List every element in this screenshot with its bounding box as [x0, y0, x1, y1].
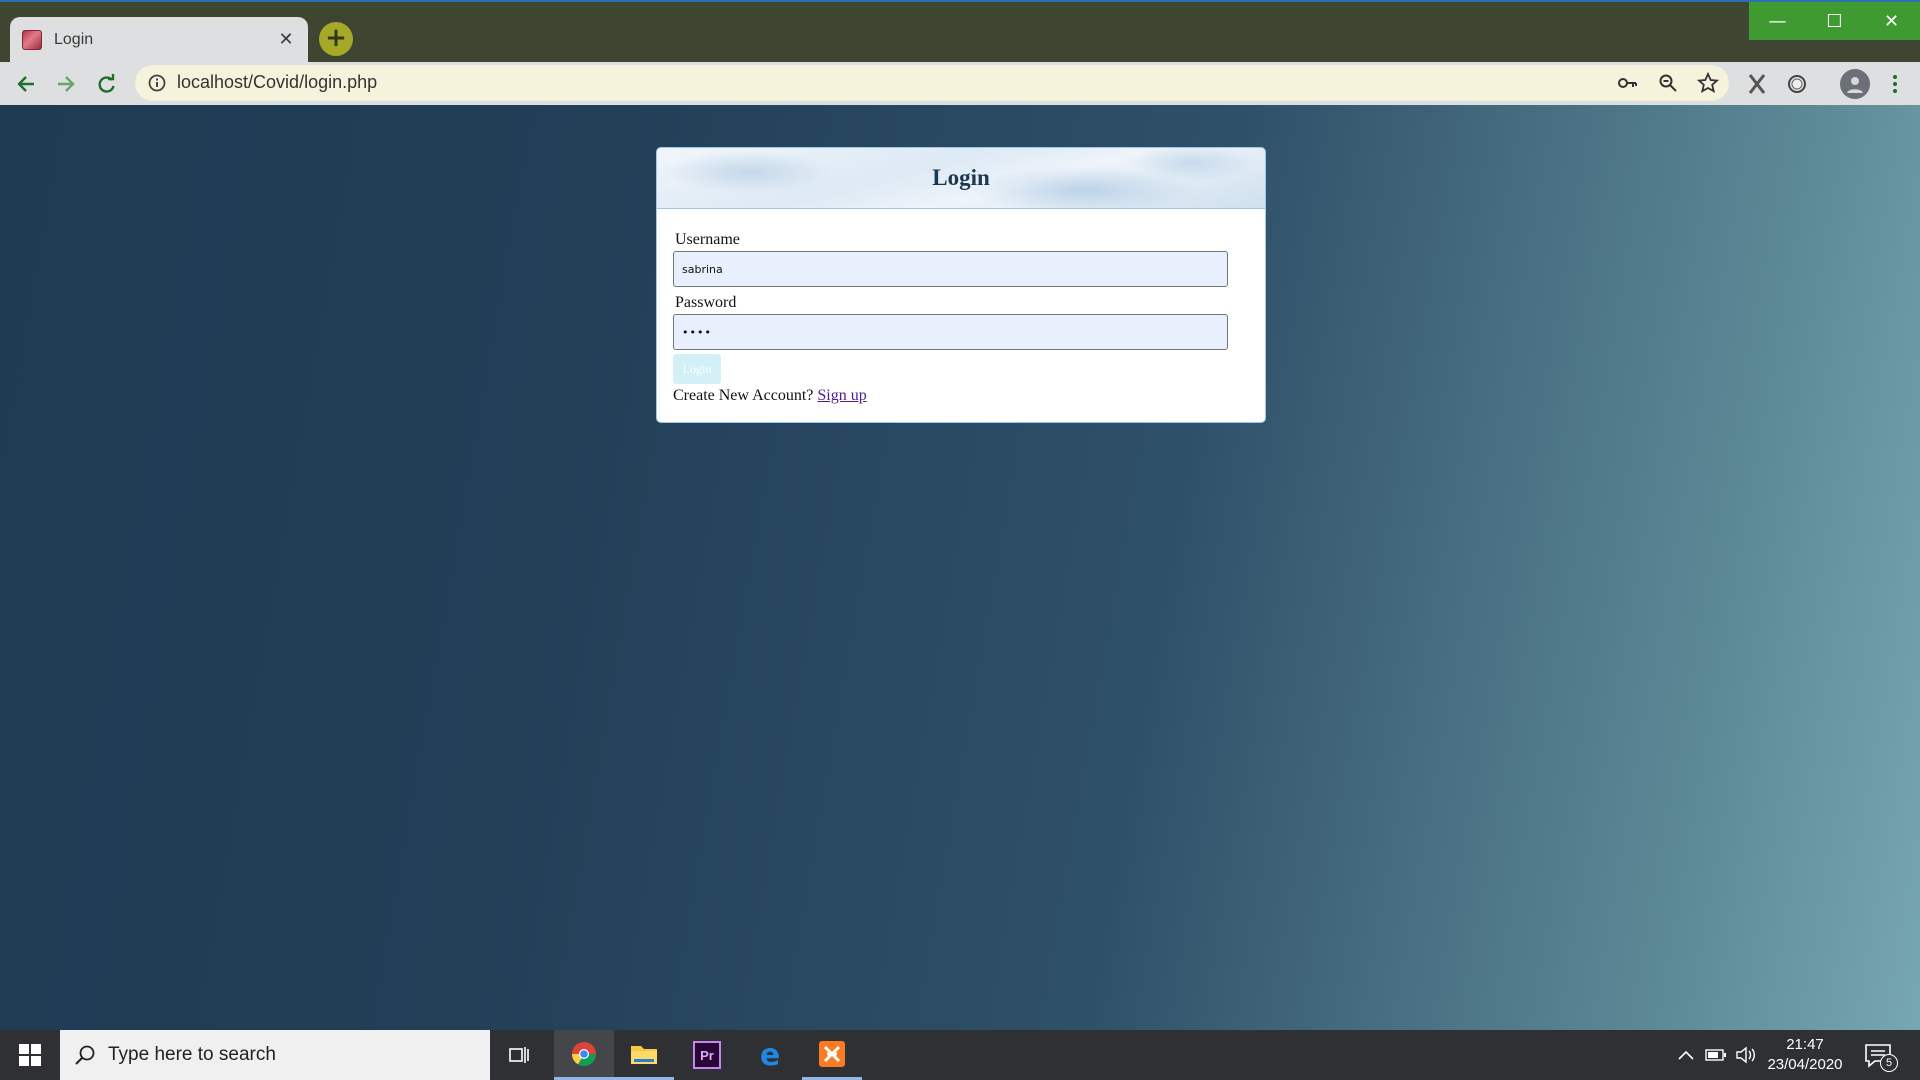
- login-button[interactable]: Login: [673, 354, 721, 384]
- taskbar-file-explorer[interactable]: [614, 1030, 674, 1080]
- login-card-header: Login: [657, 148, 1265, 209]
- url-text[interactable]: localhost/Covid/login.php: [177, 72, 377, 93]
- battery-icon[interactable]: [1704, 1044, 1728, 1066]
- close-tab-icon[interactable]: ✕: [276, 29, 296, 50]
- search-icon: [75, 1045, 95, 1065]
- forward-button[interactable]: [52, 70, 80, 98]
- browser-titlebar: Login ✕ + — ☐ ✕: [0, 0, 1920, 62]
- svg-text:Pr: Pr: [700, 1048, 714, 1063]
- profile-avatar-icon[interactable]: [1840, 69, 1870, 99]
- password-input[interactable]: [673, 314, 1228, 350]
- favicon-icon: [22, 29, 42, 50]
- back-button[interactable]: [12, 70, 40, 98]
- premiere-pro-icon: Pr: [693, 1041, 721, 1069]
- bookmark-star-icon[interactable]: [1697, 72, 1719, 94]
- maximize-button[interactable]: ☐: [1806, 2, 1863, 40]
- taskbar-search[interactable]: Type here to search: [60, 1030, 490, 1080]
- signup-link[interactable]: Sign up: [817, 387, 866, 404]
- menu-kebab-icon[interactable]: [1883, 72, 1907, 96]
- taskbar-xampp[interactable]: [802, 1030, 862, 1080]
- edge-icon: e: [760, 1041, 780, 1069]
- address-bar[interactable]: localhost/Covid/login.php: [135, 65, 1729, 101]
- info-icon[interactable]: [147, 73, 167, 93]
- page-viewport: Login Username Password Login Create New…: [0, 105, 1920, 1030]
- task-view-icon: [509, 1047, 529, 1063]
- file-explorer-icon: [631, 1045, 657, 1064]
- reload-button[interactable]: [92, 70, 120, 98]
- arrow-left-icon: [17, 76, 34, 92]
- window-controls: — ☐ ✕: [1749, 2, 1920, 40]
- clock-time: 21:47: [1786, 1036, 1824, 1053]
- chrome-icon: [572, 1041, 596, 1066]
- password-label: Password: [675, 294, 737, 311]
- taskbar-chrome[interactable]: [554, 1030, 614, 1080]
- signup-prompt-text: Create New Account?: [673, 387, 814, 404]
- task-view-button[interactable]: [490, 1030, 550, 1080]
- clock-date: 23/04/2020: [1767, 1056, 1843, 1073]
- username-label: Username: [675, 231, 740, 248]
- taskbar-premiere[interactable]: Pr: [677, 1030, 737, 1080]
- zoom-icon[interactable]: [1657, 72, 1679, 94]
- new-tab-button[interactable]: +: [319, 22, 353, 56]
- signup-prompt: Create New Account? Sign up: [673, 387, 1249, 405]
- xampp-icon: [819, 1040, 845, 1067]
- login-title: Login: [932, 165, 990, 190]
- extension-x-icon[interactable]: [1745, 72, 1769, 96]
- browser-tab[interactable]: Login ✕: [10, 17, 308, 62]
- taskbar-edge[interactable]: e: [740, 1030, 800, 1080]
- extension-record-icon[interactable]: [1785, 72, 1809, 96]
- arrow-right-icon: [58, 76, 75, 92]
- taskbar-clock[interactable]: 21:47 23/04/2020: [1760, 1035, 1850, 1075]
- username-input[interactable]: [673, 251, 1228, 287]
- tray-chevron-up-icon[interactable]: [1674, 1044, 1698, 1066]
- search-placeholder: Type here to search: [108, 1044, 276, 1065]
- windows-logo-icon: [19, 1044, 41, 1066]
- notification-count-badge: 5: [1880, 1054, 1898, 1072]
- login-card: Login Username Password Login Create New…: [656, 147, 1266, 423]
- windows-taskbar: Type here to search Pr e 21:47 23/04/202…: [0, 1030, 1920, 1080]
- tab-title: Login: [54, 30, 94, 48]
- close-window-button[interactable]: ✕: [1863, 2, 1920, 40]
- key-icon[interactable]: [1616, 72, 1638, 94]
- volume-icon[interactable]: [1734, 1044, 1758, 1066]
- svg-text:e: e: [760, 1041, 780, 1069]
- start-button[interactable]: [0, 1030, 60, 1080]
- browser-toolbar: localhost/Covid/login.php: [0, 62, 1920, 105]
- minimize-button[interactable]: —: [1749, 2, 1806, 40]
- reload-icon: [98, 74, 115, 93]
- login-form: Username Password Login Create New Accou…: [657, 209, 1265, 422]
